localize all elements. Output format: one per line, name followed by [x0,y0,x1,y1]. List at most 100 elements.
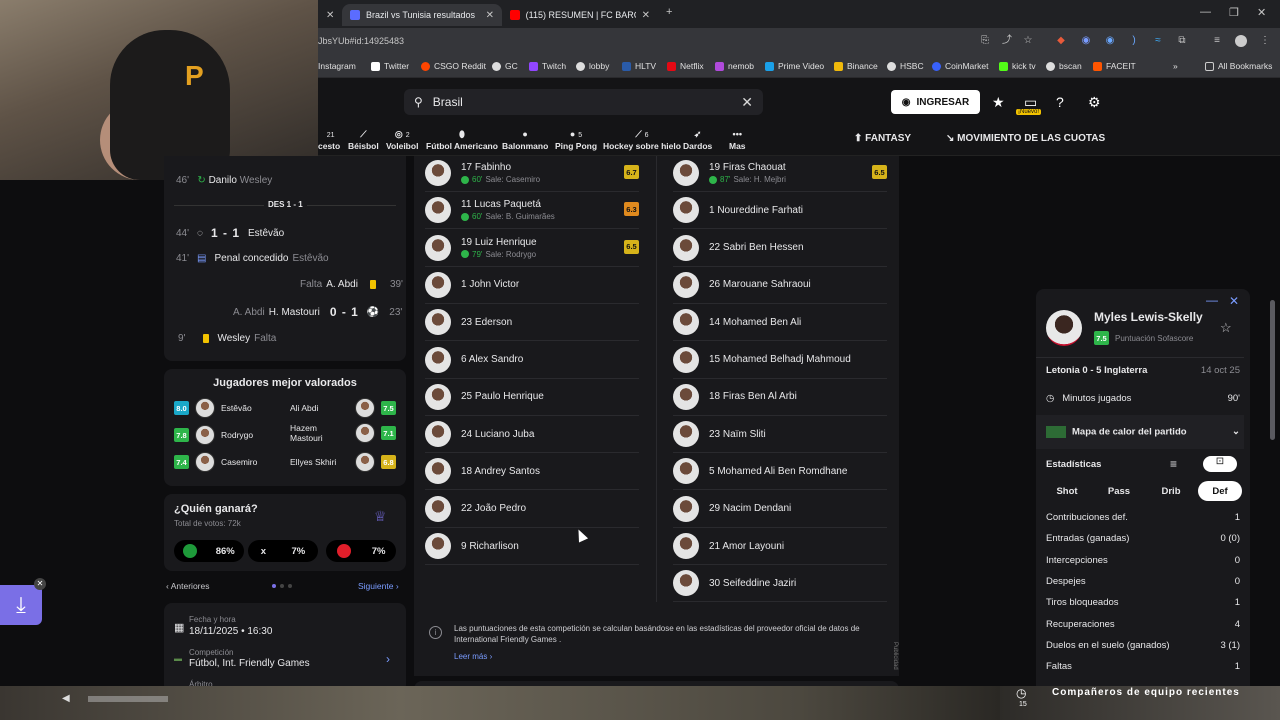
bookmark-hsbc[interactable]: HSBC [887,61,924,71]
sport-darts[interactable]: ➶ Dardos [683,129,712,151]
tab-close-prev[interactable]: ✕ [318,4,338,26]
event-away-goal-row[interactable]: A. Abdi H. Mastouri 0 - 1 ⚽ 23' [233,305,402,319]
extension-icon[interactable]: ≈ [1152,35,1164,47]
minimize-icon[interactable]: — [1200,6,1211,18]
bookmark-prime-video[interactable]: Prime Video [765,61,824,71]
extension-icon[interactable]: ◆ [1055,35,1067,47]
bookmark-nemob[interactable]: nemob [715,61,754,71]
bookmark-faceit[interactable]: FACEIT [1093,61,1136,71]
close-icon[interactable]: ✕ [486,10,494,21]
lineup-player-row[interactable]: 21 Amor Layouni [673,528,887,565]
top-player-away-3[interactable]: Ellyes Skhiri 6.8 [290,452,396,472]
sport-volleyball[interactable]: ◎ 2 Voleibol [386,129,418,151]
browser-menu-icon[interactable]: ⋮ [1259,35,1271,47]
lineup-player-row[interactable]: 11 Lucas Paquetá 60' Sale: B. Guimarães 6.3 [425,192,639,230]
lineup-player-row[interactable]: 26 Marouane Sahraoui [673,267,887,304]
bookmark-bscan[interactable]: bscan [1046,61,1082,71]
heatmap-toggle[interactable]: Mapa de calor del partido ⌄ [1046,426,1240,438]
extensions-puzzle-icon[interactable]: ⧉ [1176,35,1188,47]
lineup-player-row[interactable]: 23 Ederson [425,304,639,342]
lineup-player-row[interactable]: 18 Andrey Santos [425,453,639,491]
lineup-player-row[interactable]: 18 Firas Ben Al Arbi [673,379,887,416]
lineup-player-row[interactable]: 9 Richarlison [425,528,639,565]
extension-icon[interactable]: ) [1128,35,1140,47]
event-card-row[interactable]: 9' Wesley Falta [178,333,276,344]
chevron-right-icon[interactable]: › [386,652,390,666]
close-panel-icon[interactable]: ✕ [1229,294,1239,308]
sport-american-football[interactable]: ⬮ Fútbol Americano [426,129,498,151]
sport-handball[interactable]: ● Balonmano [502,129,548,151]
lineup-player-row[interactable]: 5 Mohamed Ali Ben Romdhane [673,453,887,491]
bookmark-netflix[interactable]: Netflix [667,61,704,71]
lineup-player-row[interactable]: 15 Mohamed Belhadj Mahmoud [673,342,887,379]
download-button[interactable]: ⤓ [0,585,42,625]
next-link[interactable]: Siguiente › [358,581,399,591]
top-player-home-1[interactable]: 8.0 Estêvão [174,398,252,418]
event-goal-row[interactable]: 44' ◌ 1 - 1 Estêvão [176,226,284,240]
vote-home-button[interactable]: 86% [174,540,244,562]
search-input[interactable]: ⚲ Brasil ✕ [404,89,763,115]
lineup-player-row[interactable]: 30 Seifeddine Jaziri [673,565,887,603]
tab-shot[interactable]: Shot [1046,481,1088,501]
tab-def[interactable]: Def [1198,481,1242,501]
lineup-player-row[interactable]: 19 Firas Chaouat 87' Sale: H. Mejbri 6.5 [673,155,887,192]
install-app-icon[interactable]: ⎘ [979,35,991,47]
bookmark-star-icon[interactable]: ☆ [1022,35,1034,47]
help-icon[interactable]: ? [1056,94,1064,110]
lineup-player-row[interactable]: 1 John Victor [425,267,639,304]
favorite-star-icon[interactable]: ☆ [1220,320,1232,336]
read-more-link[interactable]: Leer más › [454,652,492,661]
lineup-player-row[interactable]: 17 Fabinho 60' Sale: Casemiro 6.7 [425,155,639,192]
top-player-home-3[interactable]: 7.4 Casemiro [174,452,257,472]
restore-icon[interactable]: ❐ [1229,6,1239,19]
tab-drib[interactable]: Drib [1150,481,1192,501]
lineup-player-row[interactable]: 14 Mohamed Ben Ali [673,304,887,342]
close-download-icon[interactable]: ✕ [34,578,46,590]
competition-value[interactable]: Fútbol, Int. Friendly Games [189,658,310,669]
tab-pass[interactable]: Pass [1098,481,1140,501]
profile-avatar-icon[interactable] [1235,35,1247,47]
sport-basketball[interactable]: 21 cesto [318,129,340,151]
bookmark-kick-tv[interactable]: kick tv [999,61,1036,71]
sport-ice-hockey[interactable]: ⟋ 6 Hockey sobre hielo [603,129,681,151]
bookmark-lobby[interactable]: lobby [576,61,609,71]
match-row[interactable]: Letonia 0 - 5 Inglaterra 14 oct 25 [1046,365,1240,376]
extension-icon[interactable]: ◉ [1104,35,1116,47]
lineup-player-row[interactable]: 24 Luciano Juba [425,416,639,454]
bookmark-hltv[interactable]: HLTV [622,61,656,71]
bookmark-twitch[interactable]: Twitch [529,61,566,71]
vote-draw-button[interactable]: x 7% [248,540,318,562]
fantasy-link[interactable]: ⬆ FANTASY [854,133,911,144]
favorites-star-icon[interactable]: ★ [992,94,1005,111]
settings-gear-icon[interactable]: ⚙ [1088,94,1101,111]
bookmark-binance[interactable]: Binance [834,61,878,71]
lineup-player-row[interactable]: 22 João Pedro [425,491,639,528]
lineup-player-row[interactable]: 6 Alex Sandro [425,342,639,379]
odds-movement-link[interactable]: ↘ MOVIMIENTO DE LAS CUOTAS [946,133,1105,144]
list-view-icon[interactable]: ≡ [1170,457,1177,471]
pitch-view-icon[interactable]: ⊡ [1203,456,1237,472]
top-player-away-2[interactable]: Hazem Mastouri 7.1 [290,423,396,443]
bookmark-instagram[interactable]: Instagram [318,61,356,71]
window-close-icon[interactable]: ✕ [1257,6,1266,19]
event-penalty-row[interactable]: 41' ▤ Penal concedido Estêvão [176,253,329,264]
url-text[interactable]: JbsYUb#id:14925483 [318,36,404,46]
login-button[interactable]: ◉ INGRESAR [891,90,980,114]
top-player-home-2[interactable]: 7.8 Rodrygo [174,425,253,445]
bookmark-csgo-reddit[interactable]: CSGO Reddit [421,61,486,71]
vote-away-button[interactable]: 7% [326,540,396,562]
tab-brazil-tunisia[interactable]: Brazil vs Tunisia resultados en v ✕ [342,4,502,26]
bookmark-gc[interactable]: GC [492,61,518,71]
new-tab-icon[interactable]: + [666,6,672,18]
lineup-player-row[interactable]: 25 Paulo Henrique [425,379,639,416]
reading-list-icon[interactable]: ≡ [1211,35,1223,47]
minimize-panel-icon[interactable]: — [1206,293,1218,307]
lineup-player-row[interactable]: 19 Luiz Henrique 79' Sale: Rodrygo 6.5 [425,230,639,267]
previous-link[interactable]: ‹ Anteriores [166,581,209,591]
bookmark-twitter[interactable]: Twitter [371,61,409,71]
lineup-player-row[interactable]: 1 Noureddine Farhati [673,192,887,230]
close-icon[interactable]: ✕ [326,10,334,21]
clear-search-icon[interactable]: ✕ [741,94,753,111]
extension-icon[interactable]: ◉ [1080,35,1092,47]
top-player-away-1[interactable]: Ali Abdi 7.5 [290,398,396,418]
